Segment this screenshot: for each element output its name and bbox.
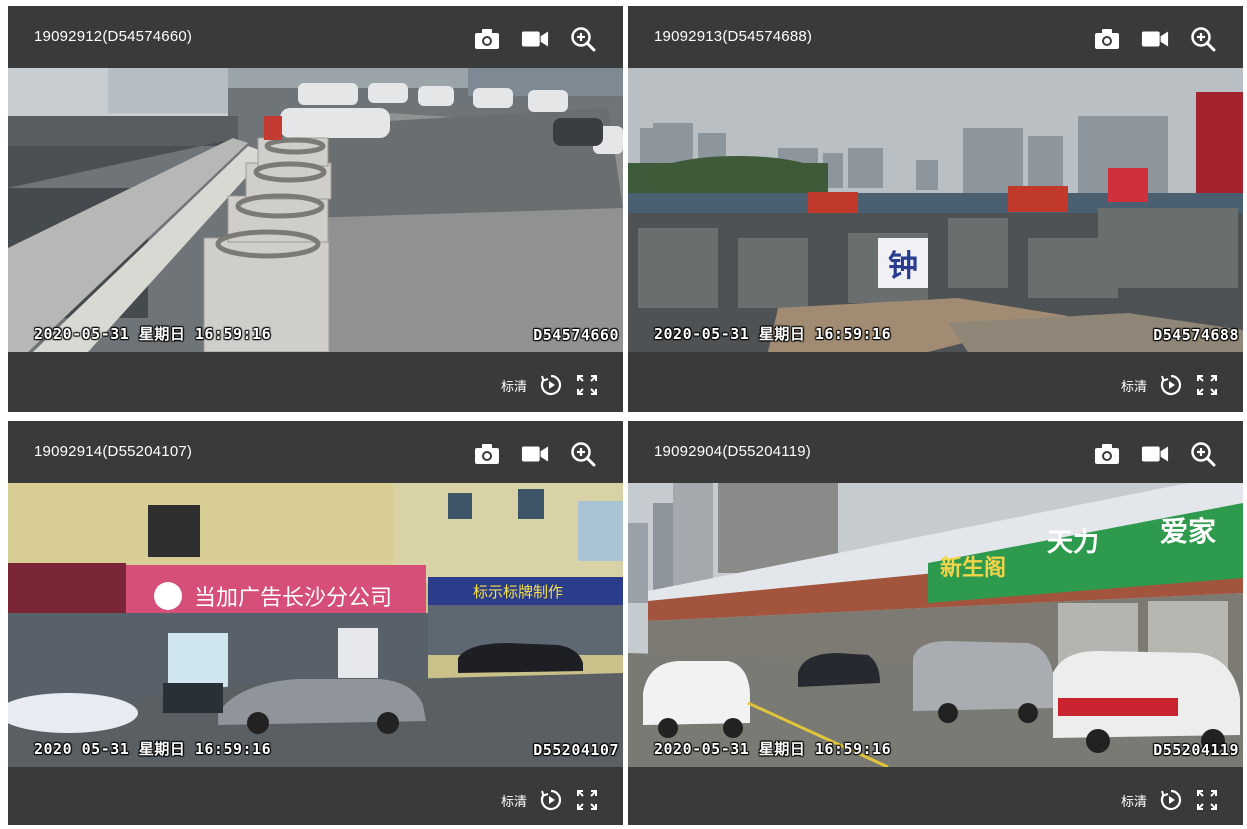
video-device-id: D54574660 — [533, 326, 619, 344]
video-camera-icon[interactable] — [521, 26, 549, 52]
video-device-id: D54574688 — [1153, 326, 1239, 344]
camera-video-feed[interactable]: 当加广告长沙分公司 标示标牌制作 2020 05-31 星期日 16:59:16… — [8, 483, 623, 767]
video-timestamp: 2020-05-31 星期日 16:59:16 — [34, 325, 272, 343]
camera-video-feed[interactable]: 天力 爱家 新生阁 2020-05-31 星期日 16:59:16 D55204… — [628, 483, 1243, 767]
camera-tile-footer: 标清 — [8, 352, 623, 412]
camera-footer-actions: 标清 — [1121, 374, 1219, 396]
zoom-in-icon[interactable] — [569, 26, 597, 52]
play-circle-icon[interactable] — [1159, 374, 1183, 396]
camera-icon[interactable] — [1093, 441, 1121, 467]
video-timestamp: 2020-05-31 星期日 16:59:16 — [654, 325, 892, 343]
camera-title: 19092904(D55204119) — [654, 443, 811, 460]
camera-icon[interactable] — [1093, 26, 1121, 52]
camera-header-actions — [473, 26, 597, 52]
play-circle-icon[interactable] — [539, 789, 563, 811]
camera-header-actions — [473, 441, 597, 467]
zoom-in-icon[interactable] — [1189, 441, 1217, 467]
camera-footer-actions: 标清 — [501, 374, 599, 396]
video-device-id: D55204107 — [533, 741, 619, 759]
camera-header-actions — [1093, 441, 1217, 467]
market-street-scene: 天力 爱家 新生阁 — [628, 483, 1243, 767]
camera-tile-footer: 标清 — [8, 767, 623, 825]
camera-icon[interactable] — [473, 441, 501, 467]
camera-video-feed[interactable]: 钟 2020-05-31 星期日 16:59:16 D54574688 — [628, 68, 1243, 352]
camera-title: 19092912(D54574660) — [34, 28, 193, 45]
camera-tile-footer: 标清 — [628, 352, 1243, 412]
camera-tile-2: 19092913(D54574688) 钟 2020-05-31 星期日 16:… — [628, 6, 1243, 412]
street-shopfront-scene: 当加广告长沙分公司 标示标牌制作 — [8, 483, 623, 767]
video-camera-icon[interactable] — [1141, 26, 1169, 52]
video-timestamp: 2020 05-31 星期日 16:59:16 — [34, 740, 272, 758]
quality-toggle[interactable]: 标清 — [1121, 791, 1147, 810]
quality-toggle[interactable]: 标清 — [501, 791, 527, 810]
camera-tile-3: 19092914(D55204107) 当加广告长沙分公司 标示标牌制作 202… — [8, 421, 623, 825]
video-device-id: D55204119 — [1153, 741, 1239, 759]
zoom-in-icon[interactable] — [569, 441, 597, 467]
quality-toggle[interactable]: 标清 — [1121, 376, 1147, 395]
fullscreen-icon[interactable] — [1195, 374, 1219, 396]
fullscreen-icon[interactable] — [575, 374, 599, 396]
rooftop-parking-scene — [8, 68, 623, 352]
fullscreen-icon[interactable] — [1195, 789, 1219, 811]
video-camera-icon[interactable] — [521, 441, 549, 467]
play-circle-icon[interactable] — [539, 374, 563, 396]
quality-toggle[interactable]: 标清 — [501, 376, 527, 395]
yard-board-sign: 钟 — [888, 249, 918, 284]
camera-tile-footer: 标清 — [628, 767, 1243, 825]
play-circle-icon[interactable] — [1159, 789, 1183, 811]
camera-header-actions — [1093, 26, 1217, 52]
camera-tile-1: 19092912(D54574660) 2020-05-31 星期日 16:59… — [8, 6, 623, 412]
camera-tile-header: 19092914(D55204107) — [8, 421, 623, 483]
shop-sign-secondary: 标示标牌制作 — [473, 583, 563, 601]
camera-grid: 19092912(D54574660) 2020-05-31 星期日 16:59… — [0, 0, 1247, 829]
camera-footer-actions: 标清 — [1121, 789, 1219, 811]
camera-tile-header: 19092913(D54574688) — [628, 6, 1243, 68]
camera-footer-actions: 标清 — [501, 789, 599, 811]
zoom-in-icon[interactable] — [1189, 26, 1217, 52]
camera-tile-header: 19092912(D54574660) — [8, 6, 623, 68]
market-sign-tianli: 天力 — [1047, 528, 1099, 558]
video-timestamp: 2020-05-31 星期日 16:59:16 — [654, 740, 892, 758]
video-camera-icon[interactable] — [1141, 441, 1169, 467]
market-sign-xinshengge: 新生阁 — [940, 555, 1006, 581]
camera-tile-header: 19092904(D55204119) — [628, 421, 1243, 483]
camera-title: 19092914(D55204107) — [34, 443, 193, 460]
camera-title: 19092913(D54574688) — [654, 28, 813, 45]
fullscreen-icon[interactable] — [575, 789, 599, 811]
market-sign-aijia: 爱家 — [1160, 515, 1216, 548]
stone-yard-scene: 钟 — [628, 68, 1243, 352]
camera-icon[interactable] — [473, 26, 501, 52]
camera-video-feed[interactable]: 2020-05-31 星期日 16:59:16 D54574660 — [8, 68, 623, 352]
camera-tile-4: 19092904(D55204119) 天力 爱家 新生阁 2020-05-31… — [628, 421, 1243, 825]
shop-sign-main: 当加广告长沙分公司 — [194, 586, 392, 611]
